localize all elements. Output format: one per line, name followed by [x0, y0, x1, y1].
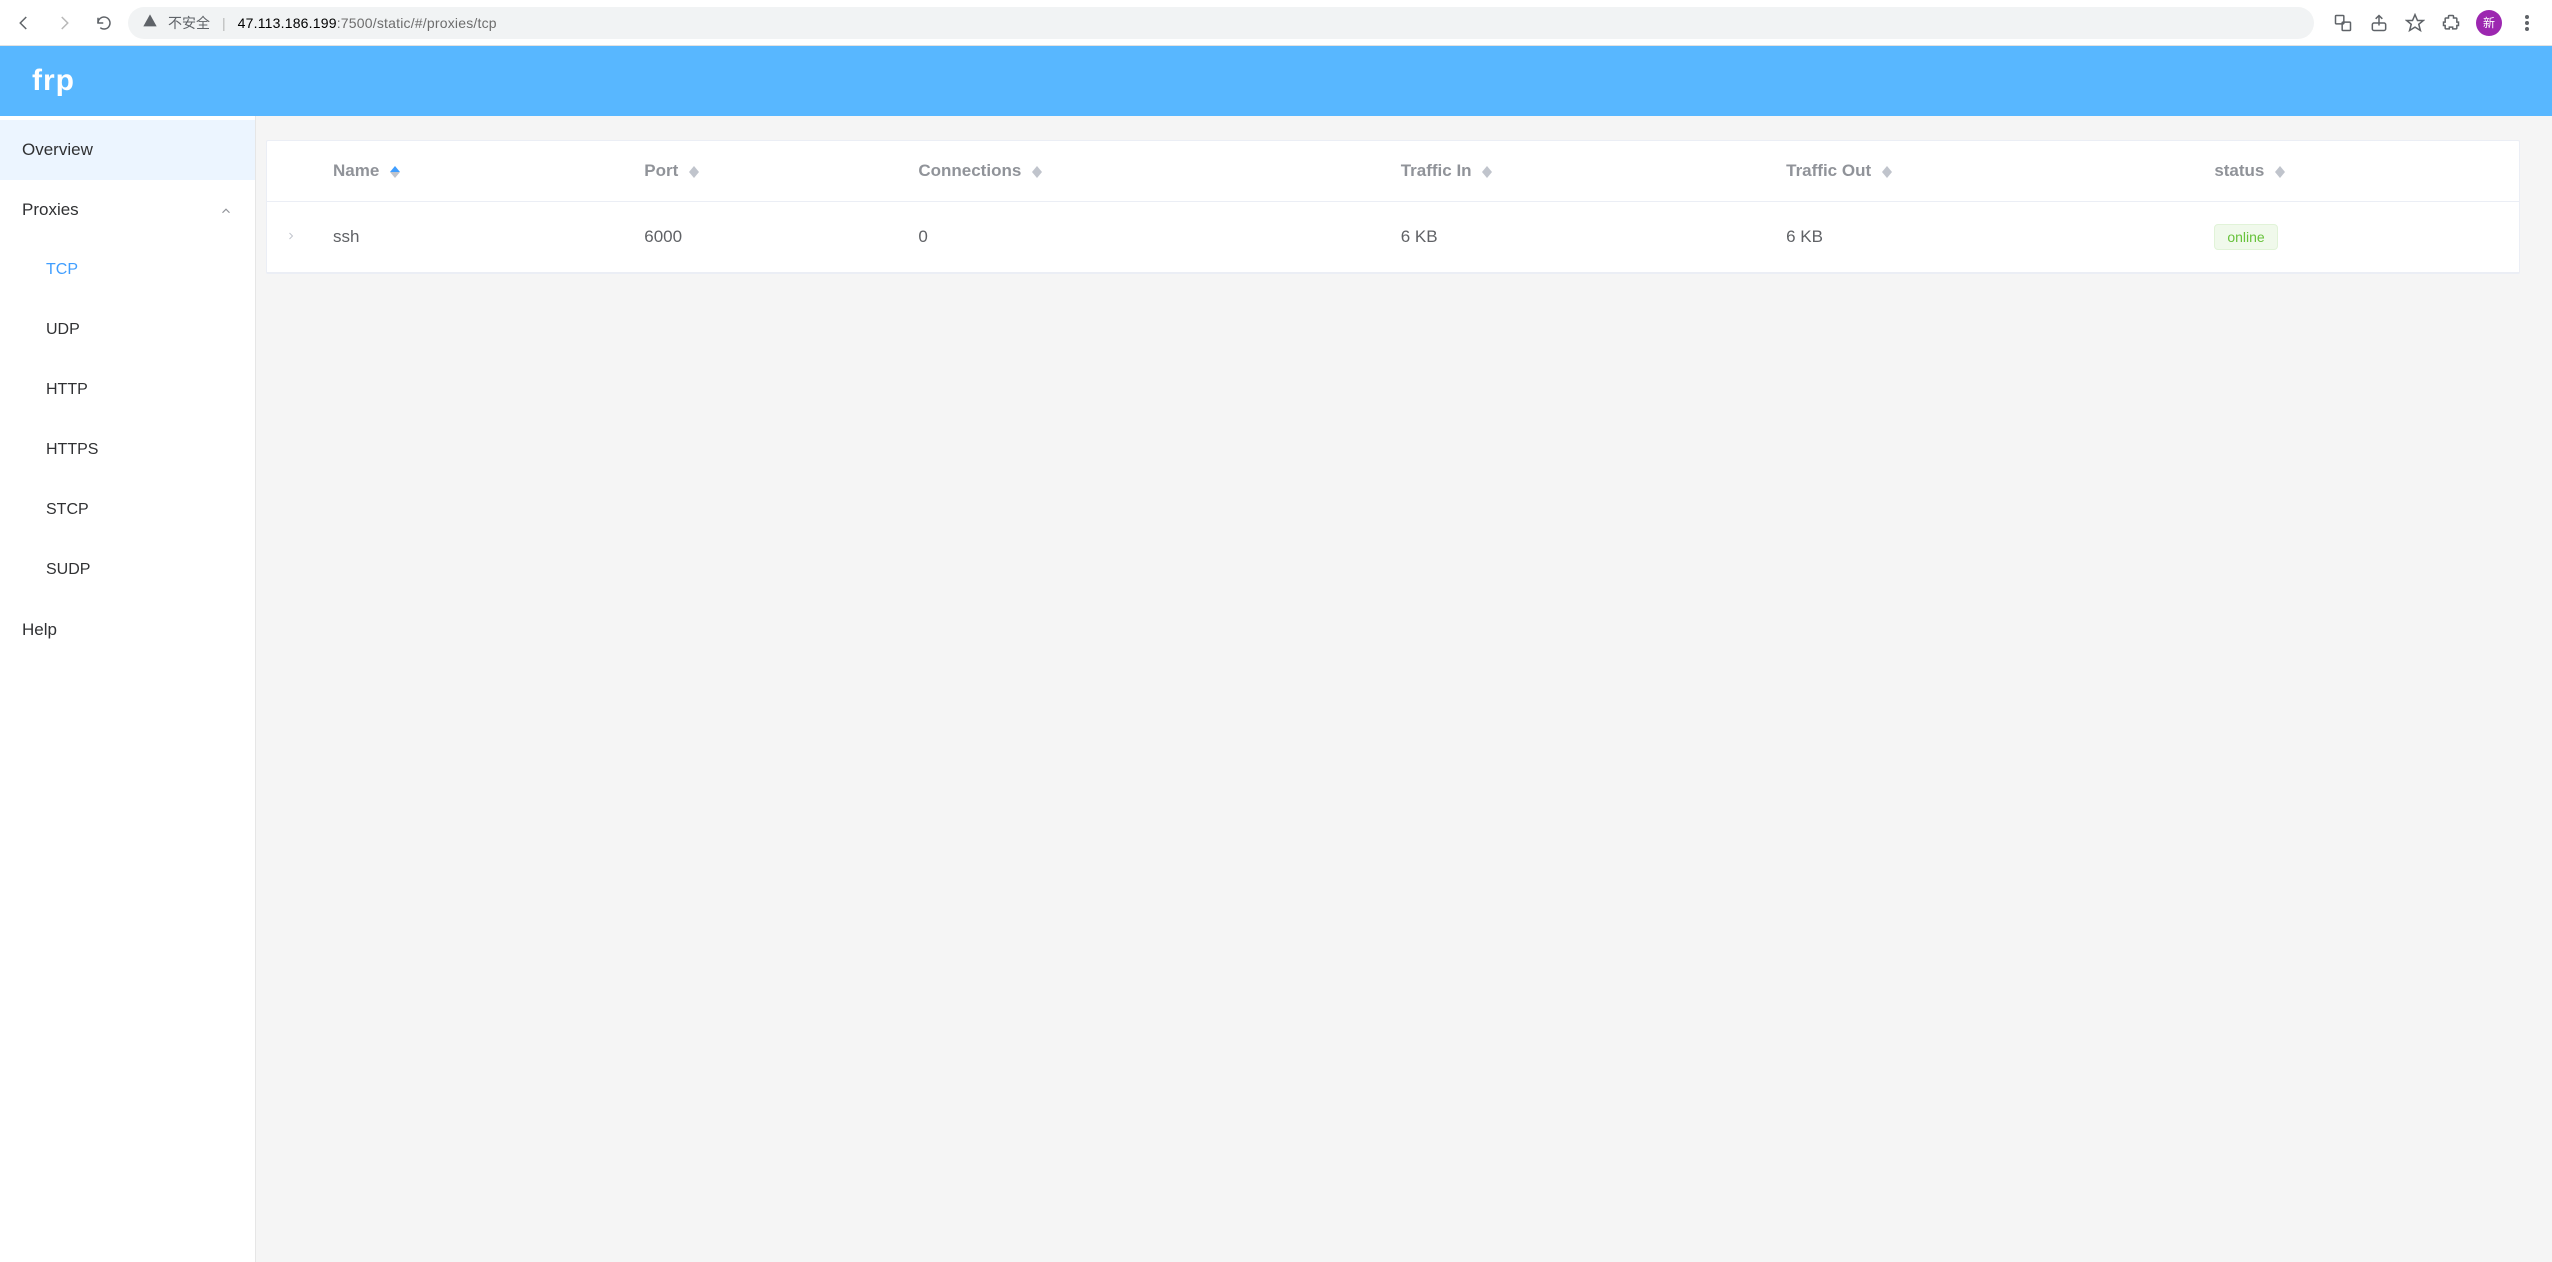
- translate-icon[interactable]: [2332, 12, 2354, 34]
- col-connections[interactable]: Connections: [900, 141, 1382, 202]
- col-status[interactable]: status: [2196, 141, 2519, 202]
- sidebar-label-proxies: Proxies: [22, 200, 79, 220]
- url-text: 47.113.186.199:7500/static/#/proxies/tcp: [238, 15, 497, 31]
- col-traffic-out[interactable]: Traffic Out: [1768, 141, 2196, 202]
- sidebar-proxies-children: TCP UDP HTTP HTTPS STCP SUDP: [0, 240, 255, 600]
- reload-button[interactable]: [88, 7, 120, 39]
- sidebar-item-overview[interactable]: Overview: [0, 120, 255, 180]
- sort-icon: [1882, 166, 1892, 178]
- sidebar-item-http[interactable]: HTTP: [0, 360, 255, 420]
- extensions-icon[interactable]: [2440, 12, 2462, 34]
- chevron-up-icon: [219, 203, 233, 217]
- forward-button: [48, 7, 80, 39]
- insecure-label: 不安全: [168, 13, 210, 33]
- sidebar-item-sudp[interactable]: SUDP: [0, 540, 255, 600]
- proxies-table-panel: Name Port: [266, 140, 2520, 274]
- col-expand: [267, 141, 315, 202]
- col-traffic-in[interactable]: Traffic In: [1383, 141, 1768, 202]
- table-row: ssh 6000 0 6 KB 6 KB online: [267, 202, 2519, 273]
- sidebar-item-help[interactable]: Help: [0, 600, 255, 660]
- sidebar-item-proxies[interactable]: Proxies: [0, 180, 255, 240]
- share-icon[interactable]: [2368, 12, 2390, 34]
- chrome-actions: 新: [2322, 10, 2544, 36]
- sort-icon: [2275, 166, 2285, 178]
- back-button[interactable]: [8, 7, 40, 39]
- row-expand-icon[interactable]: [285, 227, 297, 246]
- sort-icon: [1032, 166, 1042, 178]
- sidebar-item-tcp[interactable]: TCP: [0, 240, 255, 300]
- sidebar-label-overview: Overview: [22, 140, 93, 160]
- cell-traffic-in: 6 KB: [1383, 202, 1768, 273]
- browser-toolbar: 不安全 | 47.113.186.199:7500/static/#/proxi…: [0, 0, 2552, 46]
- cell-traffic-out: 6 KB: [1768, 202, 2196, 273]
- cell-name: ssh: [315, 202, 626, 273]
- sidebar-item-https[interactable]: HTTPS: [0, 420, 255, 480]
- col-port[interactable]: Port: [626, 141, 900, 202]
- sidebar-item-udp[interactable]: UDP: [0, 300, 255, 360]
- browser-menu-icon[interactable]: [2516, 12, 2538, 34]
- cell-connections: 0: [900, 202, 1382, 273]
- sidebar-label-help: Help: [22, 620, 57, 640]
- star-icon[interactable]: [2404, 12, 2426, 34]
- proxies-table: Name Port: [267, 141, 2519, 273]
- sort-icon: [1482, 166, 1492, 178]
- sidebar: Overview Proxies TCP UDP HTTP HTTPS STCP…: [0, 116, 256, 1262]
- profile-avatar[interactable]: 新: [2476, 10, 2502, 36]
- main-content: Name Port: [256, 116, 2552, 1262]
- cell-status: online: [2196, 202, 2519, 273]
- app-header: frp: [0, 46, 2552, 116]
- address-bar[interactable]: 不安全 | 47.113.186.199:7500/static/#/proxi…: [128, 7, 2314, 39]
- insecure-warning-icon: [142, 13, 158, 32]
- separator: |: [222, 15, 226, 31]
- sort-icon: [689, 166, 699, 178]
- sidebar-item-stcp[interactable]: STCP: [0, 480, 255, 540]
- status-badge: online: [2214, 224, 2277, 250]
- cell-port: 6000: [626, 202, 900, 273]
- sort-icon: [390, 166, 400, 178]
- col-name[interactable]: Name: [315, 141, 626, 202]
- app-title: frp: [32, 64, 75, 98]
